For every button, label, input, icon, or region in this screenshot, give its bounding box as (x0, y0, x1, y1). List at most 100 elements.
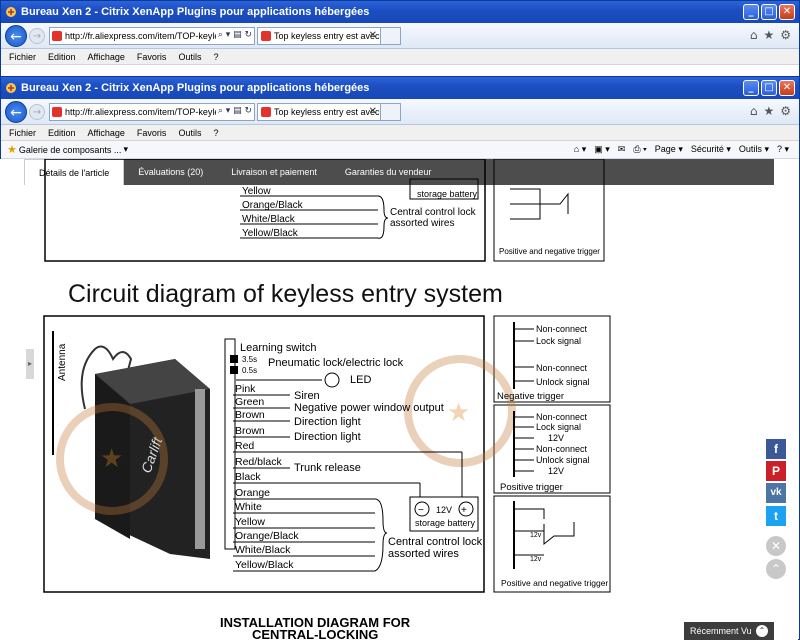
wiring-diagram-image: Yellow Orange/Black White/Black Yellow/B… (43, 159, 611, 640)
minimize-button[interactable]: _ (743, 4, 759, 20)
pos-item-4: Non-connect (536, 444, 588, 454)
top-trigger-label: Positive and negative trigger (499, 247, 600, 256)
menu-outils[interactable]: Outils (178, 128, 201, 138)
back-window: Bureau Xen 2 - Citrix XenApp Plugins pou… (0, 0, 800, 80)
pneumatic-label: Pneumatic lock/electric lock (268, 357, 404, 369)
chevron-down-icon[interactable]: ▾ (123, 144, 128, 155)
antenna-label: Antenna (57, 343, 68, 381)
menu-affichage[interactable]: Affichage (88, 128, 125, 138)
scroll-top-icon[interactable]: ⌃ (766, 559, 786, 579)
print-icon[interactable]: ⎙ ▾ (633, 144, 646, 155)
back-window-titlebar[interactable]: Bureau Xen 2 - Citrix XenApp Plugins pou… (1, 1, 799, 23)
top-wire-labels: Yellow Orange/Black White/Black Yellow/B… (242, 186, 304, 239)
wire-white: White (235, 501, 262, 513)
page-menu[interactable]: Page ▾ (655, 144, 683, 155)
twitter-share-button[interactable]: t (766, 506, 786, 526)
help-icon[interactable]: ? ▾ (777, 144, 789, 155)
facebook-share-button[interactable]: f (766, 439, 786, 459)
favorites-star-icon[interactable]: ★ (763, 104, 774, 118)
maximize-button[interactable]: □ (761, 4, 777, 20)
wire-pink: Pink (235, 383, 256, 395)
top-central-label-1: Central control lock (390, 207, 477, 218)
svg-text:−: − (418, 505, 424, 516)
tab-favicon (261, 106, 271, 117)
favorites-star-icon[interactable]: ★ (7, 143, 17, 156)
tools-menu[interactable]: Outils ▾ (739, 144, 769, 155)
menu-help[interactable]: ? (213, 128, 218, 138)
menu-favoris[interactable]: Favoris (137, 128, 167, 138)
neg-item-4: Unlock signal (536, 377, 590, 387)
address-bar[interactable]: http://fr.aliexpress.com/item/TOP-keyles… (49, 26, 255, 45)
site-favicon (52, 30, 62, 41)
new-tab-button[interactable] (381, 102, 401, 121)
settings-gear-icon[interactable]: ⚙ (780, 28, 791, 42)
pos-item-1: Non-connect (536, 412, 588, 422)
diagram-title: Circuit diagram of keyless entry system (68, 280, 503, 308)
security-menu-label: Sécurité (690, 144, 724, 154)
browser-tab[interactable]: Top keyless entry est avec ... ✕ (257, 26, 381, 45)
rss-icon[interactable]: ▣ ▾ (594, 144, 610, 155)
recently-viewed-button[interactable]: Récemment Vu ⌃ (684, 622, 774, 640)
front-window-titlebar[interactable]: Bureau Xen 2 - Citrix XenApp Plugins pou… (1, 77, 799, 99)
home-icon[interactable]: ⌂ (750, 28, 758, 42)
address-tools-icon[interactable]: ⌕ ▾ ▤ ↻ (215, 105, 252, 116)
back-navbar: ← → http://fr.aliexpress.com/item/TOP-ke… (1, 23, 799, 49)
pinterest-share-button[interactable]: P (766, 461, 786, 481)
forward-button[interactable]: → (29, 27, 45, 44)
svg-text:★: ★ (447, 397, 470, 427)
wire-yellow-black: Yellow/Black (235, 559, 294, 571)
central-lock-label-2: assorted wires (388, 548, 459, 560)
back-button[interactable]: ← (5, 24, 27, 47)
vk-share-button[interactable]: vk (766, 483, 786, 503)
browser-tab[interactable]: Top keyless entry est avec ... ✕ (257, 102, 381, 121)
menu-edition[interactable]: Edition (48, 128, 76, 138)
tab-label: Top keyless entry est avec ... (274, 30, 381, 41)
minimize-button[interactable]: _ (743, 80, 759, 96)
menu-fichier[interactable]: Fichier (9, 52, 36, 62)
top-battery-label: storage battery (417, 189, 478, 199)
top-wire-yellow: Yellow (242, 186, 271, 197)
menu-outils[interactable]: Outils (178, 52, 201, 62)
wire-red-black: Red/black (235, 456, 282, 468)
neg-item-2: Lock signal (536, 336, 581, 346)
battery-label: storage battery (415, 518, 476, 528)
favorites-gallery-link[interactable]: Galerie de composants ... (19, 145, 122, 155)
learning-switch-label: Learning switch (240, 342, 316, 354)
new-tab-button[interactable] (381, 26, 401, 45)
home-icon[interactable]: ⌂ ▾ (574, 144, 586, 155)
settings-gear-icon[interactable]: ⚙ (780, 104, 791, 118)
menu-help[interactable]: ? (213, 52, 218, 62)
wire-orange-black: Orange/Black (235, 530, 299, 542)
tab-close-icon[interactable]: ✕ (369, 106, 377, 117)
favorites-star-icon[interactable]: ★ (763, 28, 774, 42)
menu-edition[interactable]: Edition (48, 52, 76, 62)
menu-affichage[interactable]: Affichage (88, 52, 125, 62)
menu-favoris[interactable]: Favoris (137, 52, 167, 62)
mail-icon[interactable]: ✉ (618, 144, 626, 155)
tab-favicon (261, 30, 271, 41)
top-wire-yellow-black: Yellow/Black (242, 228, 299, 239)
page-content: Détails de l'article Évaluations (20) Li… (0, 159, 798, 640)
address-tools-icon[interactable]: ⌕ ▾ ▤ ↻ (215, 29, 252, 40)
forward-button[interactable]: → (29, 103, 45, 120)
menu-fichier[interactable]: Fichier (9, 128, 36, 138)
wire-red: Red (235, 440, 254, 452)
maximize-button[interactable]: □ (761, 80, 777, 96)
wire-white-black: White/Black (235, 544, 291, 556)
home-icon[interactable]: ⌂ (750, 104, 758, 118)
close-share-icon[interactable]: ✕ (766, 536, 786, 556)
tab-close-icon[interactable]: ✕ (369, 30, 377, 41)
address-bar[interactable]: http://fr.aliexpress.com/item/TOP-keyles… (49, 102, 255, 121)
favorites-bar: ★ Galerie de composants ... ▾ ⌂ ▾ ▣ ▾ ✉ … (1, 141, 799, 159)
close-button[interactable]: ✕ (779, 80, 795, 96)
close-button[interactable]: ✕ (779, 4, 795, 20)
wire-brown-2: Brown (235, 425, 265, 437)
back-button[interactable]: ← (5, 100, 27, 123)
citrix-icon (6, 7, 16, 17)
pos-item-6: 12V (548, 466, 564, 476)
security-menu[interactable]: Sécurité ▾ (691, 144, 731, 155)
pos-trigger-label: Positive trigger (500, 482, 563, 493)
tools-menu-label: Outils (738, 144, 762, 154)
wire-yellow: Yellow (235, 516, 265, 528)
pos-item-3: 12V (548, 433, 564, 443)
